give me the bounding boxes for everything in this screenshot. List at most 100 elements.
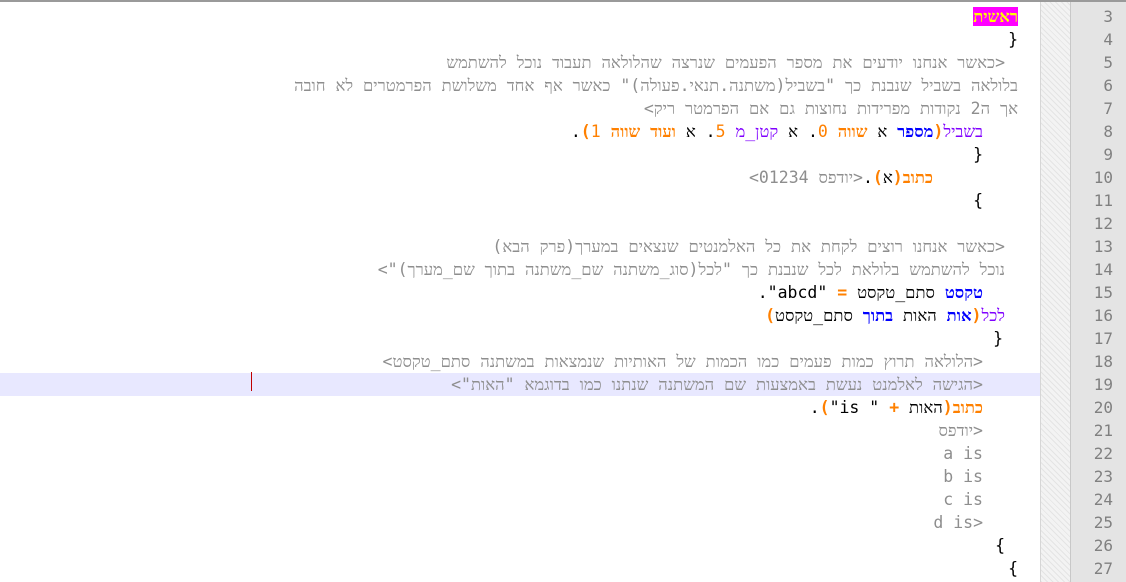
code-line[interactable]: <הלולאה תרוץ כמות פעמים כמו הכמות של האו… xyxy=(0,350,1040,373)
line-number: 7 xyxy=(1103,99,1113,118)
code-token: בלולאה בשביל שנבנת כך "בשביל(משתנה.תנאי.… xyxy=(294,76,1018,95)
code-editor-window: ראשית} <כאשר אנחנו יודעים את מספר הפעמים … xyxy=(0,0,1126,582)
code-token: . xyxy=(757,283,768,302)
code-token: ) xyxy=(872,168,883,187)
code-line[interactable]: <הגישה לאלמנט נעשת באמצעות שם המשתנה שנת… xyxy=(0,373,1040,396)
code-token: . xyxy=(862,168,873,187)
code-line[interactable]: c is xyxy=(0,488,1040,511)
line-number: 11 xyxy=(1093,191,1113,210)
code-token: d is> xyxy=(933,513,983,532)
code-token: בתוך xyxy=(862,306,894,325)
code-token: . א xyxy=(675,122,716,141)
code-token: { xyxy=(973,191,983,210)
line-number: 14 xyxy=(1093,260,1113,279)
code-line[interactable]: d is> xyxy=(0,511,1040,534)
code-line-text: בלולאה בשביל שנבנת כך "בשביל(משתנה.תנאי.… xyxy=(294,74,1018,97)
text-caret xyxy=(251,372,252,391)
code-line[interactable]: לכל(אות האות בתוך סתם_טקסט) xyxy=(0,304,1040,327)
code-line[interactable]: כתוב(א).<יודפס 01234> xyxy=(0,166,1040,189)
code-token: } xyxy=(973,145,983,164)
code-line[interactable]: { xyxy=(0,557,1040,580)
line-number: 6 xyxy=(1103,76,1113,95)
line-number: 17 xyxy=(1093,329,1113,348)
code-token: האות xyxy=(899,398,943,417)
fold-margin[interactable] xyxy=(1040,2,1071,582)
line-number: 12 xyxy=(1093,214,1113,233)
code-line[interactable]: } xyxy=(0,143,1040,166)
code-token: נוכל להשתמש בלולאת לכל שנבנת כך "לכל(סוג… xyxy=(377,260,1005,279)
code-token: 5 xyxy=(715,122,736,141)
code-token: } xyxy=(993,329,1003,348)
code-token: 0 xyxy=(817,122,838,141)
code-token: סתם_טקסט xyxy=(775,306,863,325)
code-line[interactable]: b is xyxy=(0,465,1040,488)
line-number: 21 xyxy=(1093,421,1113,440)
code-line-text: d is> xyxy=(933,511,983,534)
code-token: <יודפס xyxy=(938,421,983,440)
code-line[interactable]: טקסט סתם_טקסט = "abcd". xyxy=(0,281,1040,304)
code-token: כתוב xyxy=(952,398,983,417)
code-line[interactable]: } xyxy=(0,327,1040,350)
line-number: 23 xyxy=(1093,467,1113,486)
code-line-text: בשביל(מספר א שווה 0. א קטן_מ 5. א ועוד ש… xyxy=(571,120,983,143)
code-token: אות xyxy=(946,306,972,325)
code-token: <כאשר אנחנו רוצים לקחת את כל האלמנטים שנ… xyxy=(492,237,1005,256)
code-token: ( xyxy=(933,122,944,141)
code-line-text: <כאשר אנחנו רוצים לקחת את כל האלמנטים שנ… xyxy=(492,235,1005,258)
line-number: 8 xyxy=(1103,122,1113,141)
code-token: " is" xyxy=(829,398,890,417)
line-number: 13 xyxy=(1093,237,1113,256)
code-token: א xyxy=(882,168,893,187)
code-line-text: <כאשר אנחנו יודעים את מספר הפעמים שנרצה … xyxy=(446,51,1005,74)
code-line[interactable]: נוכל להשתמש בלולאת לכל שנבנת כך "לכל(סוג… xyxy=(0,258,1040,281)
code-line-text: ראשית xyxy=(973,5,1018,28)
code-line[interactable]: <יודפס xyxy=(0,419,1040,442)
code-line-text: לכל(אות האות בתוך סתם_טקסט) xyxy=(765,304,1005,327)
code-token: . xyxy=(570,122,581,141)
code-line[interactable]: בשביל(מספר א שווה 0. א קטן_מ 5. א ועוד ש… xyxy=(0,120,1040,143)
code-line[interactable]: <כאשר אנחנו רוצים לקחת את כל האלמנטים שנ… xyxy=(0,235,1040,258)
code-token: = xyxy=(837,283,848,302)
line-number: 10 xyxy=(1093,168,1113,187)
code-line-text: { xyxy=(995,534,1005,557)
code-token: a is xyxy=(943,444,983,463)
code-token: ( xyxy=(971,306,982,325)
line-number: 25 xyxy=(1093,513,1113,532)
code-line-text: a is xyxy=(943,442,983,465)
code-line-text: כתוב(האות + " is"). xyxy=(810,396,983,419)
code-token: סתם_טקסט xyxy=(847,283,945,302)
line-number: 3 xyxy=(1103,7,1113,26)
code-line[interactable]: <כאשר אנחנו יודעים את מספר הפעמים שנרצה … xyxy=(0,51,1040,74)
code-line[interactable]: ראשית xyxy=(0,5,1040,28)
line-number: 27 xyxy=(1093,559,1113,578)
code-line[interactable]: { xyxy=(0,534,1040,557)
code-token: . xyxy=(809,398,820,417)
code-token: מספר xyxy=(897,122,934,141)
code-token: לכל xyxy=(981,306,1005,325)
code-line[interactable]: a is xyxy=(0,442,1040,465)
code-token: c is xyxy=(943,490,983,509)
code-line[interactable] xyxy=(0,212,1040,235)
code-line[interactable]: } xyxy=(0,28,1040,51)
code-token: בשביל xyxy=(943,122,983,141)
code-area[interactable]: ראשית} <כאשר אנחנו יודעים את מספר הפעמים … xyxy=(0,2,1040,582)
code-token: א xyxy=(867,122,898,141)
code-line-text: <הגישה לאלמנט נעשת באמצעות שם המשתנה שנת… xyxy=(451,373,983,396)
code-line-text: { xyxy=(973,189,983,212)
code-line[interactable]: כתוב(האות + " is"). xyxy=(0,396,1040,419)
code-line[interactable]: בלולאה בשביל שנבנת כך "בשביל(משתנה.תנאי.… xyxy=(0,74,1040,97)
code-token: ( xyxy=(942,398,953,417)
code-line-text: אך ה2 נקודות מפרידות נחוצות גם אם הפרמטר… xyxy=(644,97,1018,120)
code-line-text: } xyxy=(973,143,983,166)
code-token: <הלולאה תרוץ כמות פעמים כמו הכמות של האו… xyxy=(382,352,983,371)
code-token: <כאשר אנחנו יודעים את מספר הפעמים שנרצה … xyxy=(446,53,1005,72)
code-token: <יודפס 01234> xyxy=(748,168,863,187)
code-token: כתוב xyxy=(902,168,933,187)
line-number: 9 xyxy=(1103,145,1113,164)
line-number-gutter[interactable]: 3 4 5 6 7 8 9 10 11 12 13 14 15 16 17 18 19 20 21 22 23 24 25 2… xyxy=(1070,2,1126,582)
code-token: ראשית xyxy=(973,7,1018,26)
code-line[interactable]: אך ה2 נקודות מפרידות נחוצות גם אם הפרמטר… xyxy=(0,97,1040,120)
code-token: טקסט xyxy=(944,283,983,302)
code-line[interactable]: { xyxy=(0,189,1040,212)
code-token: ועוד שווה xyxy=(610,122,676,141)
